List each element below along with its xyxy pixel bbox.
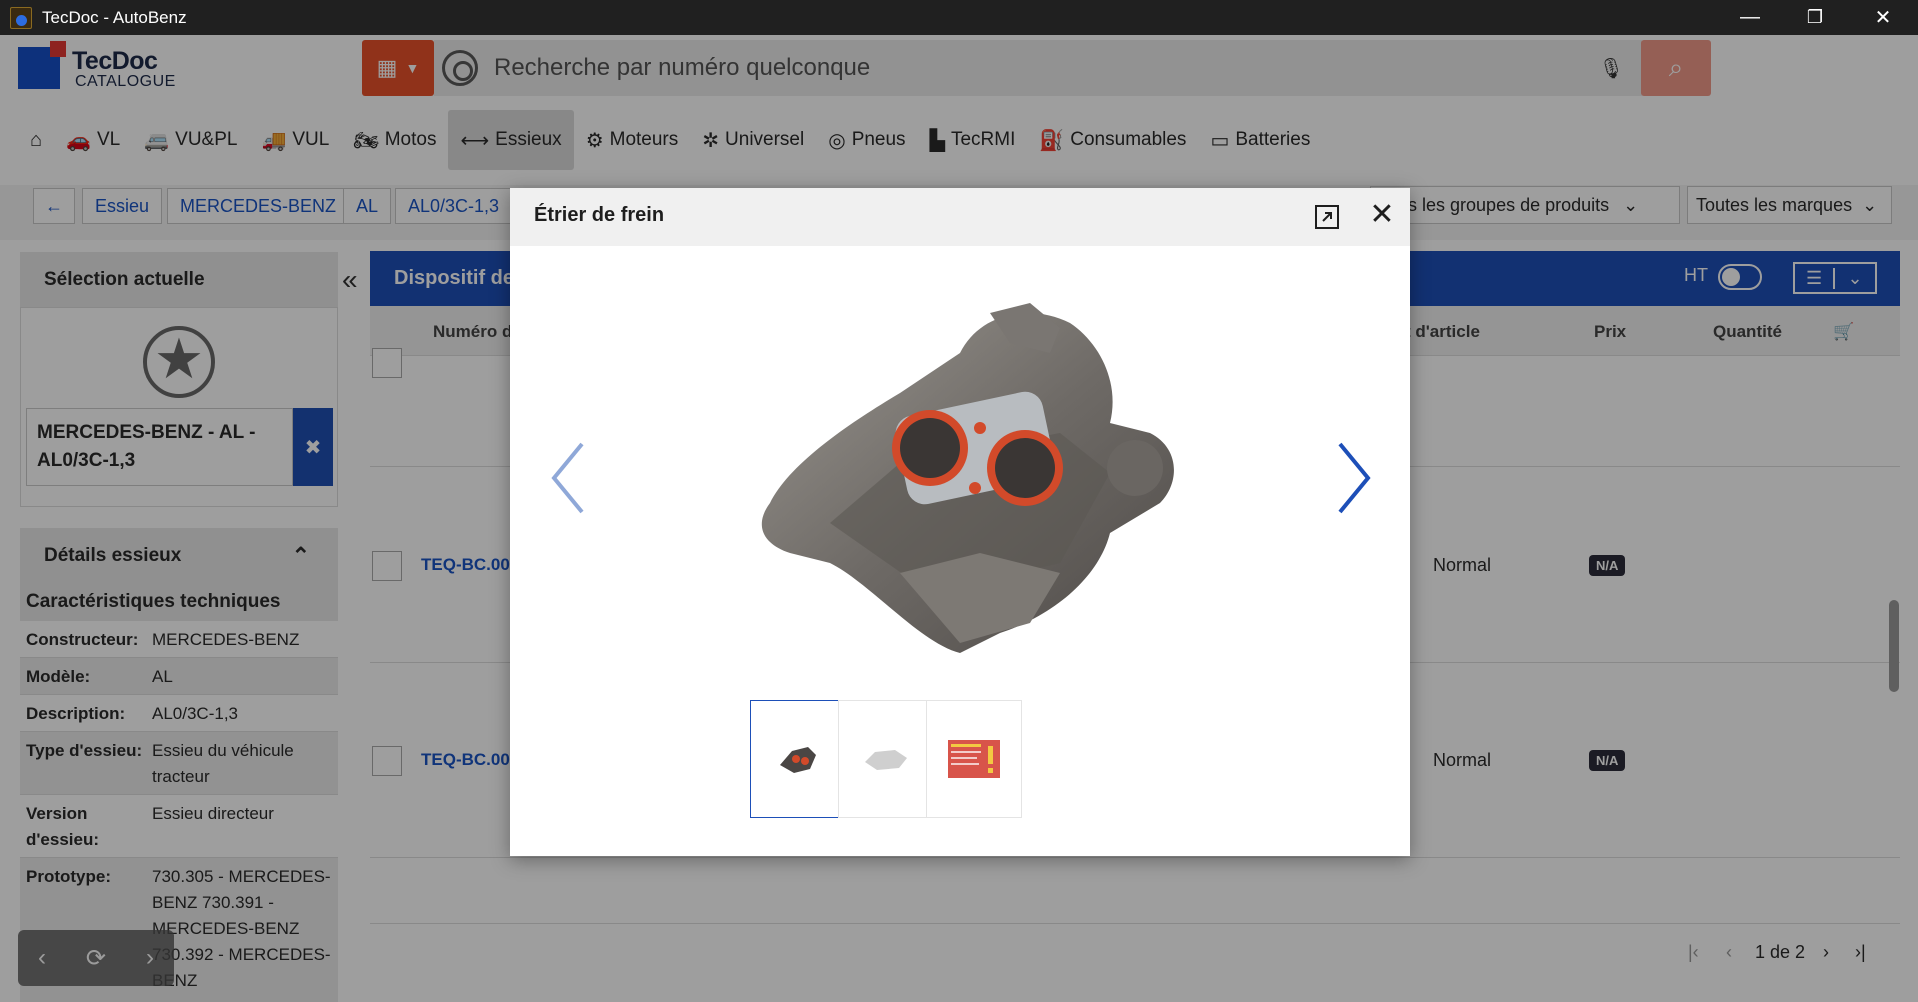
app-icon [10, 6, 32, 29]
prev-image-arrow-icon[interactable] [546, 438, 590, 518]
thumbnail-caliper-dark [780, 747, 816, 773]
thumbnail-image[interactable] [750, 700, 846, 818]
thumbnail-caliper-light [865, 750, 907, 770]
window-title: TecDoc - AutoBenz [42, 7, 187, 27]
next-image-arrow-icon[interactable] [1332, 438, 1376, 518]
window-titlebar: TecDoc - AutoBenz — ❐ ✕ [0, 0, 1918, 35]
thumbnail-image[interactable] [926, 700, 1022, 818]
image-modal: Étrier de frein ✕ [510, 188, 1410, 856]
modal-header: Étrier de frein ✕ [510, 188, 1410, 246]
brake-caliper-image [761, 303, 1174, 653]
minimize-button[interactable]: — [1720, 0, 1780, 35]
thumbnail-label [948, 740, 1000, 778]
close-window-button[interactable]: ✕ [1853, 0, 1913, 35]
maximize-button[interactable]: ❐ [1785, 0, 1845, 35]
expand-icon[interactable] [1312, 202, 1342, 232]
thumbnail-image[interactable] [838, 700, 934, 818]
close-icon[interactable]: ✕ [1365, 200, 1399, 234]
modal-title: Étrier de frein [534, 204, 665, 226]
